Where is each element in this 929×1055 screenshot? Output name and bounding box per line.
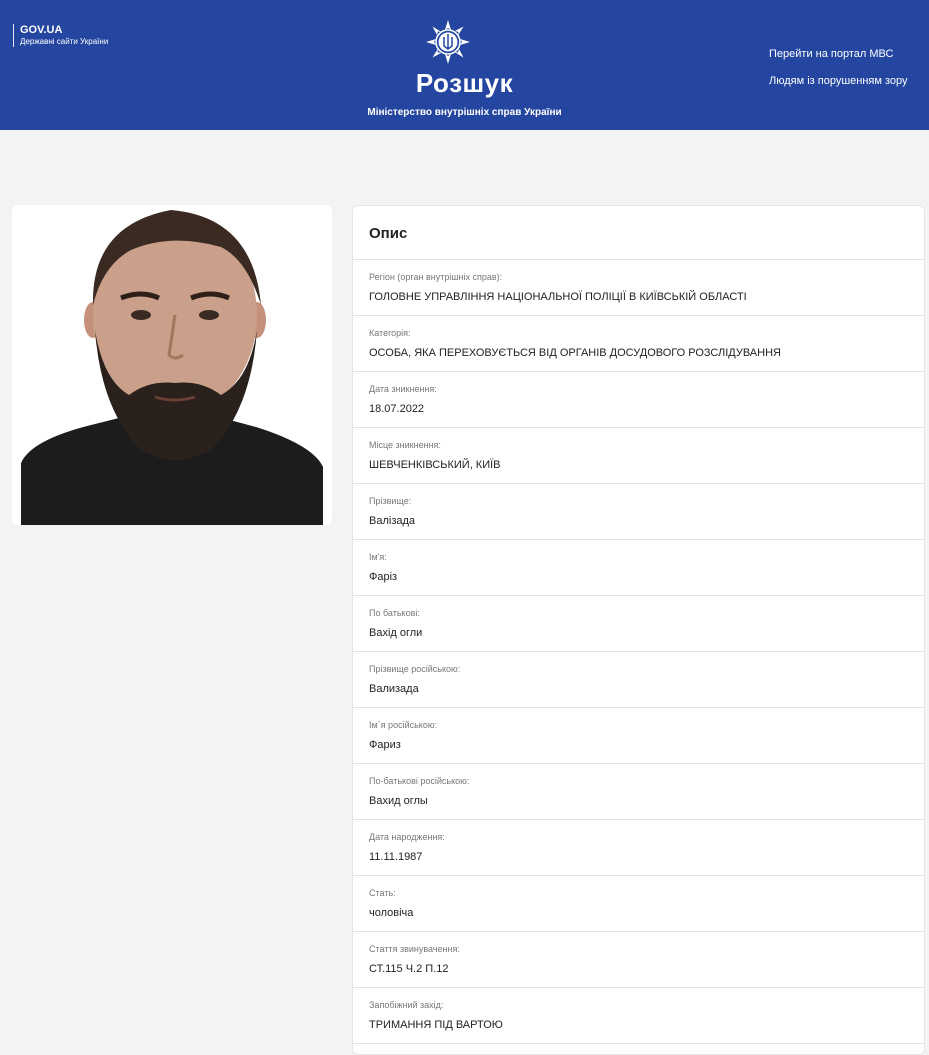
govua-title[interactable]: GOV.UA bbox=[20, 24, 108, 37]
field-label: Дата зникнення: bbox=[369, 384, 437, 394]
field-value: СТ.115 Ч.2 П.12 bbox=[369, 963, 449, 975]
field-value: ШЕВЧЕНКІВСЬКИЙ, КИЇВ bbox=[369, 459, 501, 471]
accessibility-link[interactable]: Людям із порушенням зору bbox=[769, 75, 908, 87]
field-value: Фаріз bbox=[369, 571, 398, 583]
field-label: Прізвище російською: bbox=[369, 664, 461, 674]
field-value: Вализада bbox=[369, 683, 419, 695]
field-value: Вахід огли bbox=[369, 627, 423, 639]
govua-subtitle[interactable]: Державні сайти України bbox=[20, 37, 108, 47]
field-surname: Прізвище: Валізада bbox=[353, 484, 924, 540]
field-label: Ім`я російською: bbox=[369, 720, 438, 730]
field-label: По-батькові російською: bbox=[369, 776, 470, 786]
field-label: Прізвище: bbox=[369, 496, 412, 506]
field-value: Фариз bbox=[369, 739, 401, 751]
field-disappearance-date: Дата зникнення: 18.07.2022 bbox=[353, 372, 924, 428]
field-label: Стаття звинувачення: bbox=[369, 944, 460, 954]
police-emblem-icon[interactable] bbox=[424, 18, 472, 66]
site-subtitle: Міністерство внутрішніх справ України bbox=[367, 107, 562, 118]
field-value: Валізада bbox=[369, 515, 416, 527]
field-charge-article: Стаття звинувачення: СТ.115 Ч.2 П.12 bbox=[353, 932, 924, 988]
person-photo-icon bbox=[21, 205, 323, 525]
field-label: Запобіжний захід: bbox=[369, 1000, 444, 1010]
field-category: Категорія: ОСОБА, ЯКА ПЕРЕХОВУЄТЬСЯ ВІД … bbox=[353, 316, 924, 372]
field-label: Категорія: bbox=[369, 328, 411, 338]
field-birth-date: Дата народження: 11.11.1987 bbox=[353, 820, 924, 876]
field-patronymic-ru: По-батькові російською: Вахид оглы bbox=[353, 764, 924, 820]
description-card: Опис Регіон (орган внутрішніх справ): ГО… bbox=[352, 205, 925, 1055]
field-value: ОСОБА, ЯКА ПЕРЕХОВУЄТЬСЯ ВІД ОРГАНІВ ДОС… bbox=[369, 347, 781, 359]
field-value: ГОЛОВНЕ УПРАВЛІННЯ НАЦІОНАЛЬНОЇ ПОЛІЦІЇ … bbox=[369, 291, 747, 303]
field-label: Місце зникнення: bbox=[369, 440, 441, 450]
field-first-name: Ім'я: Фаріз bbox=[353, 540, 924, 596]
field-surname-ru: Прізвище російською: Вализада bbox=[353, 652, 924, 708]
description-header: Опис bbox=[353, 206, 924, 260]
field-preventive-measure: Запобіжний захід: ТРИМАННЯ ПІД ВАРТОЮ bbox=[353, 988, 924, 1044]
field-sex: Стать: чоловіча bbox=[353, 876, 924, 932]
field-label: Регіон (орган внутрішніх справ): bbox=[369, 272, 503, 282]
field-label: Дата народження: bbox=[369, 832, 445, 842]
field-value: Вахид оглы bbox=[369, 795, 428, 807]
field-value: 11.11.1987 bbox=[369, 851, 423, 863]
field-value: ТРИМАННЯ ПІД ВАРТОЮ bbox=[369, 1019, 503, 1031]
field-disappearance-place: Місце зникнення: ШЕВЧЕНКІВСЬКИЙ, КИЇВ bbox=[353, 428, 924, 484]
field-label: По батькові: bbox=[369, 608, 420, 618]
description-title: Опис bbox=[369, 225, 408, 242]
field-label: Стать: bbox=[369, 888, 396, 898]
mvs-portal-link[interactable]: Перейти на портал МВС bbox=[769, 48, 893, 60]
govua-link[interactable]: GOV.UA Державні сайти України bbox=[13, 24, 108, 47]
person-photo bbox=[12, 205, 332, 525]
field-region: Регіон (орган внутрішніх справ): ГОЛОВНЕ… bbox=[353, 260, 924, 316]
field-value: чоловіча bbox=[369, 907, 414, 919]
field-value: 18.07.2022 bbox=[369, 403, 425, 415]
field-first-name-ru: Ім`я російською: Фариз bbox=[353, 708, 924, 764]
field-label: Ім'я: bbox=[369, 552, 387, 562]
field-patronymic: По батькові: Вахід огли bbox=[353, 596, 924, 652]
site-header: GOV.UA Державні сайти України Розшук Мін… bbox=[0, 0, 929, 130]
